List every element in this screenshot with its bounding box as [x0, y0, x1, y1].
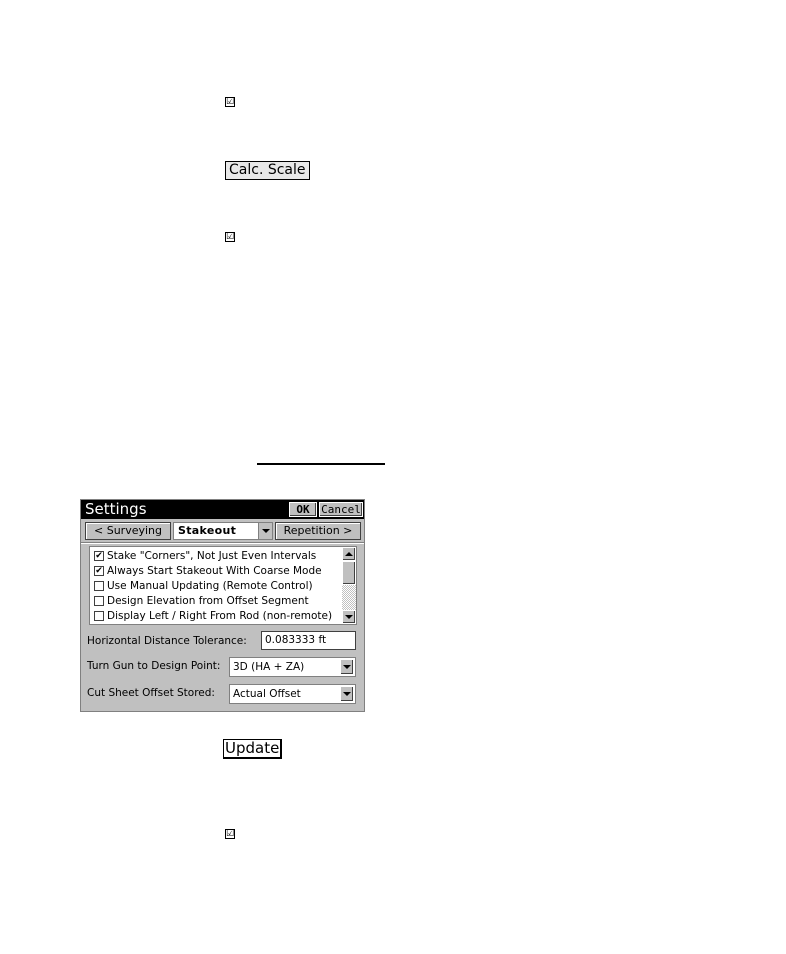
cut-sheet-value: Actual Offset — [233, 688, 301, 700]
option-checkbox[interactable]: ✔ — [94, 565, 104, 576]
next-category-button[interactable]: Repetition > — [275, 522, 361, 540]
dialog-title: Settings — [85, 500, 147, 518]
checkbox-icon: ☑ — [225, 829, 235, 839]
hdist-tolerance-input[interactable]: 0.083333 ft — [261, 631, 356, 650]
option-checkbox[interactable] — [94, 580, 104, 591]
turn-gun-value: 3D (HA + ZA) — [233, 661, 305, 673]
category-value: Stakeout — [178, 524, 237, 537]
chevron-down-icon[interactable] — [340, 686, 354, 702]
list-item[interactable]: ✔ Stake "Corners", Not Just Even Interva… — [94, 548, 316, 563]
prev-category-button[interactable]: < Surveying — [85, 522, 171, 540]
hdist-tolerance-label: Horizontal Distance Tolerance: — [87, 635, 247, 647]
turn-gun-label: Turn Gun to Design Point: — [87, 660, 221, 672]
turn-gun-select[interactable]: 3D (HA + ZA) — [229, 657, 356, 677]
scrollbar-thumb[interactable] — [342, 561, 356, 585]
list-item[interactable]: Display Left / Right From Rod (non-remot… — [94, 608, 332, 623]
list-item[interactable]: Design Elevation from Offset Segment — [94, 593, 309, 608]
chevron-down-icon[interactable] — [340, 659, 354, 675]
chevron-down-icon[interactable] — [258, 523, 272, 539]
horizontal-rule — [257, 463, 385, 465]
option-label: Always Start Stakeout With Coarse Mode — [107, 564, 322, 577]
scroll-down-icon[interactable] — [342, 610, 356, 624]
option-checkbox[interactable] — [94, 595, 104, 606]
divider — [81, 543, 364, 544]
cancel-button[interactable]: Cancel — [319, 502, 363, 517]
scrollbar[interactable] — [342, 547, 356, 624]
cut-sheet-label: Cut Sheet Offset Stored: — [87, 687, 215, 699]
option-label: Use Manual Updating (Remote Control) — [107, 579, 313, 592]
list-item[interactable]: Use Manual Updating (Remote Control) — [94, 578, 313, 593]
option-label: Stake "Corners", Not Just Even Intervals — [107, 549, 317, 562]
category-dropdown[interactable]: Stakeout — [173, 522, 273, 540]
calc-scale-button[interactable]: Calc. Scale — [225, 161, 310, 180]
checkbox-icon: ☑ — [225, 97, 235, 107]
checkbox-icon: ☑ — [225, 232, 235, 242]
list-item[interactable]: ✔ Always Start Stakeout With Coarse Mode — [94, 563, 322, 578]
option-label: Design Elevation from Offset Segment — [107, 594, 309, 607]
cut-sheet-select[interactable]: Actual Offset — [229, 684, 356, 704]
scroll-up-icon[interactable] — [342, 547, 356, 561]
update-button[interactable]: Update — [223, 739, 283, 759]
title-bar: Settings OK Cancel — [81, 500, 364, 519]
option-checkbox[interactable]: ✔ — [94, 550, 104, 561]
option-label: Display Left / Right From Rod (non-remot… — [107, 609, 333, 622]
option-checkbox[interactable] — [94, 610, 104, 621]
settings-dialog: Settings OK Cancel < Surveying Stakeout … — [80, 499, 365, 712]
options-list: ✔ Stake "Corners", Not Just Even Interva… — [89, 546, 357, 625]
ok-button[interactable]: OK — [289, 502, 317, 517]
